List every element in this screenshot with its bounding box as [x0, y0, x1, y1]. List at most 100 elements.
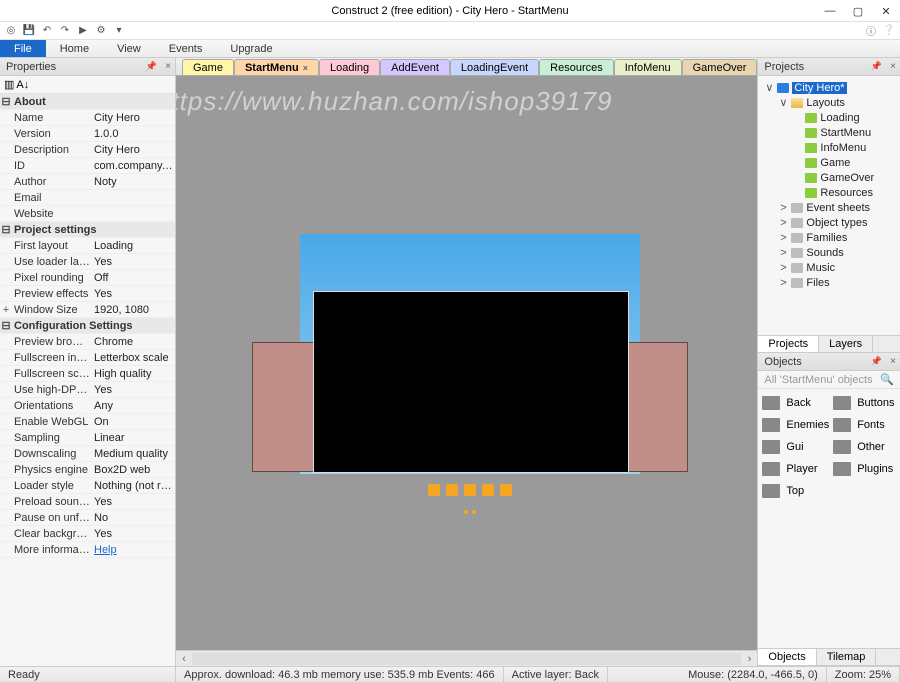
close-panel-icon[interactable]: × [890, 356, 896, 367]
prop-row[interactable]: Preview effectsYes [0, 286, 175, 302]
prop-row[interactable]: Loader styleNothing (not reco… [0, 478, 175, 494]
tree-item-families[interactable]: >Families [760, 230, 898, 245]
tree-item-startmenu[interactable]: StartMenu [760, 125, 898, 140]
tree-item-game[interactable]: Game [760, 155, 898, 170]
undo-icon[interactable]: ↶ [40, 24, 54, 38]
tree-toggle-icon[interactable]: ∨ [778, 96, 788, 109]
tab-infomenu[interactable]: InfoMenu [614, 59, 682, 75]
tab-resources[interactable]: Resources [539, 59, 614, 75]
debug-icon[interactable]: ⚙ [94, 24, 108, 38]
prop-row[interactable]: Preload soundsYes [0, 494, 175, 510]
object-buttons[interactable]: Buttons [833, 393, 896, 413]
prop-row[interactable]: Email [0, 190, 175, 206]
menu-view[interactable]: View [103, 40, 155, 57]
object-enemies[interactable]: Enemies [762, 415, 829, 435]
categorize-icon[interactable]: ▥ [4, 78, 14, 91]
scroll-right-icon[interactable]: › [741, 653, 757, 665]
object-top[interactable]: Top [762, 481, 829, 501]
tree-item-event-sheets[interactable]: >Event sheets [760, 200, 898, 215]
menu-events[interactable]: Events [155, 40, 217, 57]
dropdown-icon[interactable]: ▾ [112, 24, 126, 38]
save-icon[interactable]: 💾 [22, 24, 36, 38]
side-tab-layers[interactable]: Layers [819, 336, 873, 352]
tab-addevent[interactable]: AddEvent [380, 59, 450, 75]
prop-section[interactable]: ⊟Project settings [0, 222, 175, 238]
tree-toggle-icon[interactable]: > [778, 202, 788, 214]
menu-home[interactable]: Home [46, 40, 103, 57]
redo-icon[interactable]: ↷ [58, 24, 72, 38]
tree-item-loading[interactable]: Loading [760, 110, 898, 125]
tree-item-gameover[interactable]: GameOver [760, 170, 898, 185]
tab-startmenu[interactable]: StartMenu× [234, 59, 319, 75]
tab-game[interactable]: Game [182, 59, 234, 75]
help-icon[interactable]: ⓘ [864, 24, 878, 38]
prop-row[interactable]: Enable WebGLOn [0, 414, 175, 430]
tab-gameover[interactable]: GameOver [682, 59, 758, 75]
tree-toggle-icon[interactable]: > [778, 232, 788, 244]
prop-row[interactable]: Fullscreen scali…High quality [0, 366, 175, 382]
maximize-button[interactable]: ▢ [844, 0, 872, 22]
prop-row[interactable]: DescriptionCity Hero [0, 142, 175, 158]
object-player[interactable]: Player [762, 459, 829, 479]
pin-icon[interactable]: 📌 [871, 61, 882, 72]
prop-row[interactable]: Version1.0.0 [0, 126, 175, 142]
tree-item-infomenu[interactable]: InfoMenu [760, 140, 898, 155]
tree-toggle-icon[interactable]: > [778, 217, 788, 229]
prop-row[interactable]: IDcom.company.city… [0, 158, 175, 174]
menu-upgrade[interactable]: Upgrade [216, 40, 286, 57]
tab-loading[interactable]: Loading [319, 59, 380, 75]
objects-filter[interactable]: All 'StartMenu' objects 🔍 [758, 371, 900, 389]
layout-view[interactable] [300, 234, 640, 474]
tree-toggle-icon[interactable]: > [778, 262, 788, 274]
close-panel-icon[interactable]: × [165, 61, 171, 72]
close-button[interactable]: ✕ [872, 0, 900, 22]
tree-item-sounds[interactable]: >Sounds [760, 245, 898, 260]
tree-item-files[interactable]: >Files [760, 275, 898, 290]
side-tab-tilemap[interactable]: Tilemap [817, 649, 877, 665]
tree-toggle-icon[interactable]: > [778, 277, 788, 289]
scroll-left-icon[interactable]: ‹ [176, 653, 192, 665]
object-back[interactable]: Back [762, 393, 829, 413]
sort-icon[interactable]: A↓ [16, 79, 29, 91]
prop-row[interactable]: NameCity Hero [0, 110, 175, 126]
prop-row[interactable]: Pause on unfo…No [0, 510, 175, 526]
close-tab-icon[interactable]: × [303, 63, 308, 73]
tree-toggle-icon[interactable]: ∨ [764, 81, 774, 94]
prop-row[interactable]: Clear backgro…Yes [0, 526, 175, 542]
prop-row[interactable]: Fullscreen in b…Letterbox scale [0, 350, 175, 366]
side-tab-projects[interactable]: Projects [758, 336, 819, 352]
object-gui[interactable]: Gui [762, 437, 829, 457]
prop-row[interactable]: Website [0, 206, 175, 222]
prop-row[interactable]: Pixel roundingOff [0, 270, 175, 286]
prop-row[interactable]: Preview browserChrome [0, 334, 175, 350]
prop-row[interactable]: More informationHelp [0, 542, 175, 558]
prop-row[interactable]: First layoutLoading [0, 238, 175, 254]
tree-item-object-types[interactable]: >Object types [760, 215, 898, 230]
prop-section[interactable]: ⊟About [0, 94, 175, 110]
prop-row[interactable]: AuthorNoty [0, 174, 175, 190]
layout-canvas[interactable]: https://www.huzhan.com/ishop39179 [176, 76, 757, 650]
pin-icon[interactable]: 📌 [871, 356, 882, 367]
horizontal-scrollbar[interactable]: ‹ › [176, 650, 757, 666]
tree-item-resources[interactable]: Resources [760, 185, 898, 200]
prop-section[interactable]: ⊟Configuration Settings [0, 318, 175, 334]
prop-row[interactable]: Use loader lay…Yes [0, 254, 175, 270]
prop-row[interactable]: +Window Size1920, 1080 [0, 302, 175, 318]
tree-item-city-hero-[interactable]: ∨City Hero* [760, 80, 898, 95]
search-icon[interactable]: 🔍 [880, 373, 894, 386]
object-plugins[interactable]: Plugins [833, 459, 896, 479]
info-icon[interactable]: ❔ [882, 24, 896, 38]
prop-row[interactable]: DownscalingMedium quality [0, 446, 175, 462]
minimize-button[interactable]: — [816, 0, 844, 22]
close-panel-icon[interactable]: × [890, 61, 896, 72]
prop-row[interactable]: OrientationsAny [0, 398, 175, 414]
tree-toggle-icon[interactable]: > [778, 247, 788, 259]
object-other[interactable]: Other [833, 437, 896, 457]
pin-icon[interactable]: 📌 [146, 61, 157, 72]
scroll-track[interactable] [192, 653, 741, 665]
project-tree[interactable]: ∨City Hero*∨LayoutsLoadingStartMenuInfoM… [758, 76, 900, 335]
tree-item-music[interactable]: >Music [760, 260, 898, 275]
run-icon[interactable]: ▶ [76, 24, 90, 38]
prop-row[interactable]: Use high-DPI …Yes [0, 382, 175, 398]
menu-file[interactable]: File [0, 40, 46, 57]
